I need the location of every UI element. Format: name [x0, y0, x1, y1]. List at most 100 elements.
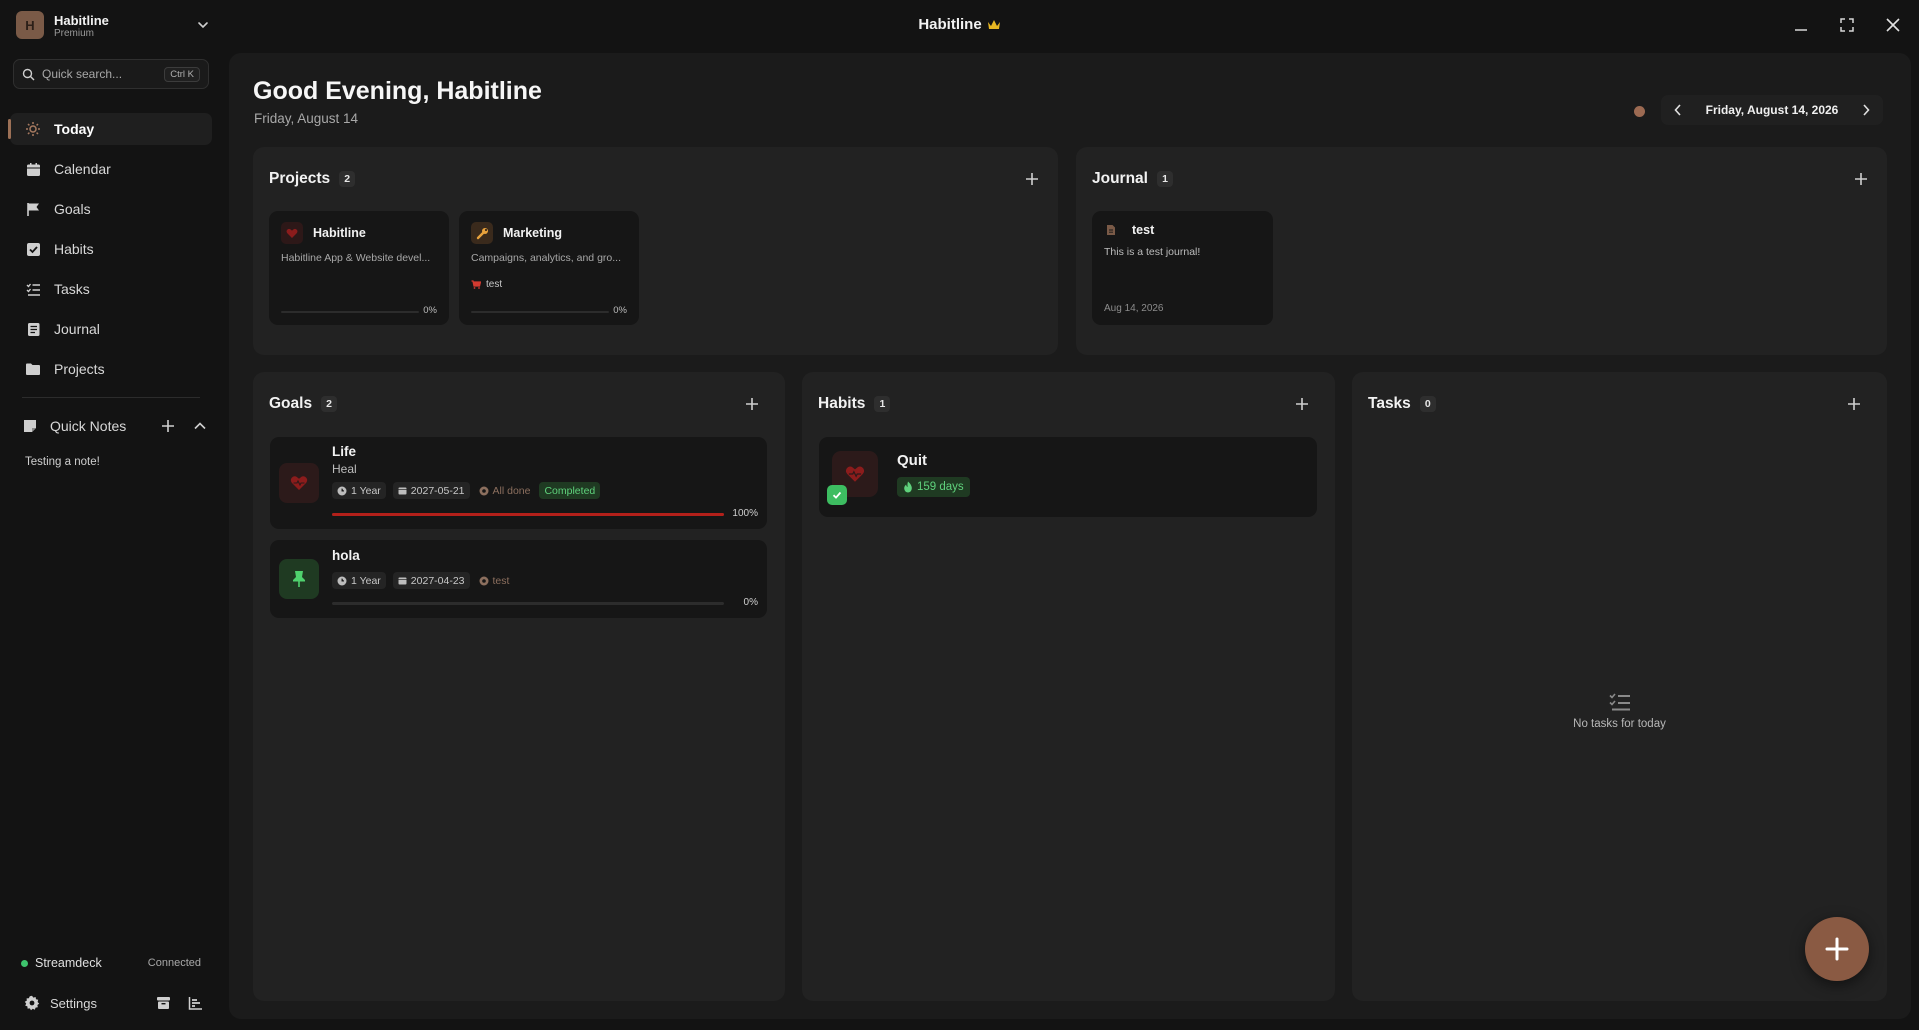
habits-count: 1 [874, 396, 891, 412]
book-icon [25, 321, 41, 337]
goals-panel: Goals 2 Life Heal 1 Year 2027-05-21 All … [253, 372, 785, 1001]
sidebar-item-label: Tasks [54, 281, 90, 297]
quick-add-button[interactable] [1805, 917, 1869, 981]
goal-status-badge: Completed [539, 482, 601, 499]
habit-card-quit[interactable]: Quit 159 days [819, 437, 1317, 517]
sync-status-dot [1634, 106, 1645, 117]
sidebar-item-projects[interactable]: Projects [10, 353, 212, 385]
search-placeholder: Quick search... [42, 67, 123, 81]
tasks-empty-state: No tasks for today [1352, 692, 1887, 730]
stats-icon[interactable] [186, 994, 204, 1012]
goals-header: Goals 2 [269, 395, 338, 413]
sidebar-item-goals[interactable]: Goals [10, 193, 212, 225]
goal-title: hola [332, 548, 360, 563]
project-tag-label: test [486, 279, 503, 290]
sidebar-divider [22, 397, 200, 398]
flame-icon [903, 481, 917, 493]
goal-due-chip: 2027-05-21 [392, 482, 470, 499]
goal-milestone: test [492, 574, 510, 587]
target-icon [479, 576, 489, 585]
collapse-notes-button[interactable] [190, 416, 210, 436]
project-progress-bar [471, 311, 609, 313]
wrench-icon [471, 222, 493, 244]
list-check-icon [1608, 692, 1631, 712]
project-tag: test [471, 279, 502, 290]
goal-card-hola[interactable]: hola 1 Year 2027-04-23 test 0% [270, 540, 767, 618]
projects-count: 2 [339, 171, 356, 187]
minimize-button[interactable] [1791, 15, 1811, 35]
gear-icon[interactable] [24, 995, 40, 1011]
add-task-button[interactable] [1845, 395, 1863, 413]
projects-title: Projects [269, 170, 331, 187]
folder-icon [25, 361, 41, 377]
tasks-panel: Tasks 0 No tasks for today [1352, 372, 1887, 1001]
habits-panel: Habits 1 Quit 159 days [802, 372, 1335, 1001]
journal-count: 1 [1156, 171, 1173, 187]
goal-duration-chip: 1 Year [332, 572, 386, 589]
goal-subtitle: Heal [332, 462, 357, 476]
journal-panel: Journal 1 test This is a test journal! A… [1076, 147, 1887, 355]
crown-icon [987, 19, 1001, 31]
chevron-left-icon[interactable] [1671, 103, 1685, 117]
streamdeck-connection: Connected [147, 957, 201, 969]
plus-icon [1825, 937, 1849, 961]
sidebar-item-label: Projects [54, 361, 105, 377]
project-description: Campaigns, analytics, and gro... [471, 252, 621, 264]
add-habit-button[interactable] [1293, 395, 1311, 413]
title-bar: H Habitline Premium Habitline [0, 0, 1919, 50]
current-date[interactable]: Friday, August 14, 2026 [1706, 103, 1839, 117]
goal-duration: 1 Year [351, 574, 381, 587]
add-note-button[interactable] [158, 416, 178, 436]
journal-entry-date: Aug 14, 2026 [1104, 303, 1164, 314]
goals-count: 2 [321, 396, 338, 412]
goal-progress-label: 0% [743, 597, 758, 608]
project-progress-bar [281, 311, 419, 313]
quick-note-item[interactable]: Testing a note! [25, 456, 100, 468]
calendar-icon [398, 487, 407, 495]
goal-progress-label: 100% [732, 508, 758, 519]
chevron-right-icon[interactable] [1859, 103, 1873, 117]
search-input[interactable]: Quick search... Ctrl K [13, 59, 209, 89]
maximize-button[interactable] [1837, 15, 1857, 35]
document-icon [1106, 224, 1118, 236]
quick-notes-label: Quick Notes [50, 418, 127, 434]
close-button[interactable] [1883, 15, 1903, 35]
tasks-title: Tasks [1368, 395, 1411, 412]
sidebar-item-label: Calendar [54, 161, 111, 177]
cart-icon [471, 280, 486, 289]
status-dot [21, 959, 28, 967]
search-icon [22, 68, 35, 81]
project-card-habitline[interactable]: Habitline Habitline App & Website devel.… [269, 211, 449, 325]
streamdeck-label: Streamdeck [35, 956, 102, 970]
habits-title: Habits [818, 395, 866, 412]
quick-notes-header: Quick Notes [22, 416, 210, 436]
sidebar-item-tasks[interactable]: Tasks [10, 273, 212, 305]
sidebar-item-calendar[interactable]: Calendar [10, 153, 212, 185]
tasks-empty-text: No tasks for today [1573, 718, 1666, 730]
target-icon [479, 486, 489, 495]
settings-label[interactable]: Settings [50, 996, 140, 1011]
archive-icon[interactable] [154, 994, 172, 1012]
sun-icon [25, 121, 41, 137]
journal-card[interactable]: test This is a test journal! Aug 14, 202… [1092, 211, 1273, 325]
sidebar-item-label: Today [54, 121, 95, 137]
sidebar-item-habits[interactable]: Habits [10, 233, 212, 265]
goal-progress-fill [332, 513, 724, 516]
sidebar-item-journal[interactable]: Journal [10, 313, 212, 345]
sidebar-item-today[interactable]: Today [8, 113, 212, 145]
add-journal-button[interactable] [1852, 170, 1870, 188]
add-goal-button[interactable] [743, 395, 761, 413]
goal-card-life[interactable]: Life Heal 1 Year 2027-05-21 All done Com… [270, 437, 767, 529]
sticky-note-icon [22, 418, 38, 434]
add-project-button[interactable] [1023, 170, 1041, 188]
streamdeck-status: Streamdeck Connected [21, 956, 201, 970]
journal-title: Journal [1092, 170, 1148, 187]
goal-progress-bar [332, 513, 724, 516]
clock-icon [337, 486, 347, 495]
habit-title: Quit [897, 452, 927, 469]
goal-duration-chip: 1 Year [332, 482, 386, 499]
heart-icon [279, 463, 319, 503]
project-card-marketing[interactable]: Marketing Campaigns, analytics, and gro.… [459, 211, 639, 325]
sidebar-item-label: Journal [54, 321, 100, 337]
habit-done-checkbox[interactable] [827, 485, 847, 505]
